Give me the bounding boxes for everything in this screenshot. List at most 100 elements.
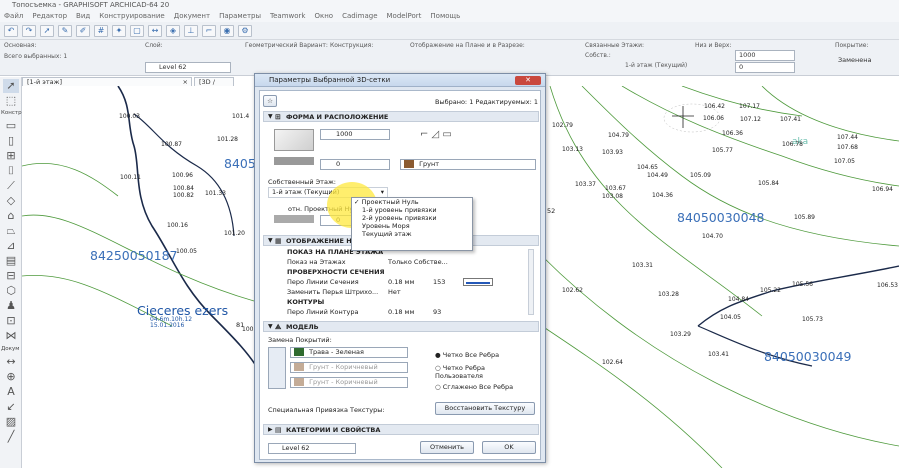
text-icon[interactable]: A — [3, 385, 19, 399]
elevation-point: 105.84 — [758, 180, 779, 187]
trim-icon[interactable]: ⌐ — [202, 24, 216, 37]
grid-icon[interactable]: # — [94, 24, 108, 37]
dimension-icon[interactable]: ↔ — [148, 24, 162, 37]
line-icon[interactable]: ╱ — [3, 430, 19, 444]
pen-icon[interactable]: ✐ — [76, 24, 90, 37]
plan-row-override[interactable]: Заменить Перья Штрихо... — [287, 288, 378, 296]
top-surface-select[interactable]: Трава - Зеленая — [290, 347, 408, 358]
section-icon[interactable]: ⊥ — [184, 24, 198, 37]
railing-icon[interactable]: ⋈ — [3, 329, 19, 343]
surface-select[interactable]: Замененa — [835, 56, 895, 67]
edges-all-radio[interactable]: ● Четко Все Ребра — [435, 351, 499, 359]
dimension-tool-icon[interactable]: ↔ — [3, 355, 19, 369]
3d-view-icon[interactable]: ◈ — [166, 24, 180, 37]
popup-item-current-story[interactable]: Текущий этаж — [352, 230, 472, 238]
section-form-header[interactable]: ▼ ⊞ ФОРМА И РАСПОЛОЖЕНИЕ — [263, 111, 539, 122]
menu-item-modelport[interactable]: ModelPort — [387, 10, 422, 22]
popup-item-ref-level-1[interactable]: 1-й уровень привязки — [352, 206, 472, 214]
plan-row-cut-pen-value[interactable]: 0.18 мм — [388, 278, 414, 286]
mesh-height-input[interactable]: 1000 — [320, 129, 390, 140]
marquee-icon[interactable]: ⬚ — [3, 94, 19, 108]
plan-list-scrollbar[interactable] — [528, 249, 534, 315]
level-dimension-icon[interactable]: ⊕ — [3, 370, 19, 384]
construct-label: Констр — [1, 110, 22, 116]
section-model-header[interactable]: ▼ ⟁ МОДЕЛЬ — [263, 321, 539, 332]
menu-item-teamwork[interactable]: Teamwork — [270, 10, 305, 22]
zone-icon[interactable]: ⊡ — [3, 314, 19, 328]
height-top-input[interactable]: 1000 — [735, 50, 795, 61]
slab-icon[interactable]: ◇ — [3, 194, 19, 208]
shell-icon[interactable]: ⏢ — [3, 224, 19, 238]
popup-item-sea-level[interactable]: Уровень Моря — [352, 222, 472, 230]
menu-item-help[interactable]: Помощь — [430, 10, 460, 22]
stair-icon[interactable]: ▤ — [3, 254, 19, 268]
settings-icon[interactable]: ⚙ — [238, 24, 252, 37]
section-categories-header[interactable]: ▶ ▤ КАТЕГОРИИ И СВОЙСТВА — [263, 424, 539, 435]
plan-row-cut-pen[interactable]: Перо Линии Сечения — [287, 278, 359, 286]
menu-item-document[interactable]: Документ — [174, 10, 210, 22]
plan-row-outline-pen[interactable]: Перо Линий Контура — [287, 308, 359, 316]
mesh-base-input[interactable]: 0 — [320, 159, 390, 170]
menu-item-design[interactable]: Конструирование — [99, 10, 164, 22]
material-select[interactable]: Грунт — [400, 159, 536, 170]
ok-button[interactable]: OK — [482, 441, 536, 454]
pen-preview[interactable] — [463, 278, 493, 286]
label-icon[interactable]: ↙ — [3, 400, 19, 414]
plan-row-outline-pen-number[interactable]: 93 — [433, 308, 441, 316]
standard-toolbar: ↶ ↷ ➚ ✎ ✐ # ✦ ▢ ↔ ◈ ⊥ ⌐ ◉ ⚙ — [0, 22, 899, 40]
window-tool-icon[interactable]: ⌷ — [3, 164, 19, 178]
menu-item-file[interactable]: Файл — [4, 10, 23, 22]
favorites-star-icon[interactable]: ☆ — [263, 95, 277, 107]
edges-smooth-radio[interactable]: ○ Сглажено Все Ребра — [435, 383, 513, 391]
edges-all-label: Четко Все Ребра — [442, 351, 500, 359]
mesh-icon[interactable]: ⊿ — [3, 239, 19, 253]
arrow-tool-icon[interactable]: ➚ — [40, 24, 54, 37]
surface-override-toggles[interactable] — [268, 347, 286, 389]
plan-row-show-on[interactable]: Показ на Этажах — [287, 258, 346, 266]
fill-icon[interactable]: ▨ — [3, 415, 19, 429]
tab-floor-plan[interactable]: [1-й этаж] × — [22, 77, 192, 86]
wall-icon[interactable]: ▭ — [3, 119, 19, 133]
height-bottom-input[interactable]: 0 — [735, 62, 795, 73]
reset-texture-button[interactable]: Восстановить Текстуру — [435, 402, 535, 415]
select-icon[interactable]: ▢ — [130, 24, 144, 37]
layer-select[interactable]: Level 62 — [145, 62, 231, 73]
menu-item-view[interactable]: Вид — [76, 10, 90, 22]
popup-item-project-zero[interactable]: ✓ Проектный Нуль — [352, 198, 472, 206]
beam-icon[interactable]: ⟋ — [3, 179, 19, 193]
elevation-point: 103.29 — [670, 331, 691, 338]
undo-icon[interactable]: ↶ — [4, 24, 18, 37]
arrow-icon[interactable]: ➚ — [3, 79, 19, 93]
elevation-point: 103.37 — [575, 181, 596, 188]
door-icon[interactable]: ⊞ — [3, 149, 19, 163]
magic-wand-icon[interactable]: ✦ — [112, 24, 126, 37]
menu-item-cadimage[interactable]: Cadimage — [342, 10, 377, 22]
dialog-layer-select[interactable]: Level 62 — [268, 443, 356, 454]
plan-row-show-on-value[interactable]: Только Собстве... — [388, 258, 448, 266]
bottom-surface-select[interactable]: Грунт - Коричневый — [290, 377, 408, 388]
column-icon[interactable]: ▯ — [3, 134, 19, 148]
menu-item-edit[interactable]: Редактор — [32, 10, 67, 22]
roof-icon[interactable]: ⌂ — [3, 209, 19, 223]
menu-item-window[interactable]: Окно — [314, 10, 333, 22]
plan-icon: ▦ — [275, 237, 282, 245]
side-surface-select[interactable]: Грунт - Коричневый — [290, 362, 408, 373]
popup-item-ref-level-2[interactable]: 2-й уровень привязки — [352, 214, 472, 222]
curtain-wall-icon[interactable]: ⊟ — [3, 269, 19, 283]
morph-icon[interactable]: ⬡ — [3, 284, 19, 298]
redo-icon[interactable]: ↷ — [22, 24, 36, 37]
elevation-point: 106.94 — [872, 186, 893, 193]
plan-row-outline-pen-value[interactable]: 0.18 мм — [388, 308, 414, 316]
close-tab-icon[interactable]: × — [183, 78, 188, 86]
cancel-button[interactable]: Отменить — [420, 441, 474, 454]
plan-row-override-value[interactable]: Нет — [388, 288, 401, 296]
edges-user-radio[interactable]: ○ Четко Ребра Пользователя — [435, 364, 525, 380]
object-icon[interactable]: ♟ — [3, 299, 19, 313]
close-icon[interactable]: ✕ — [515, 76, 541, 85]
plan-row-cut-pen-number[interactable]: 153 — [433, 278, 445, 286]
camera-icon[interactable]: ◉ — [220, 24, 234, 37]
tab-3d[interactable]: [3D / Все] — [194, 77, 234, 94]
pencil-icon[interactable]: ✎ — [58, 24, 72, 37]
surface-shape-icons[interactable]: ⌐ ◿ ▭ — [420, 129, 480, 143]
menu-item-options[interactable]: Параметры — [219, 10, 261, 22]
